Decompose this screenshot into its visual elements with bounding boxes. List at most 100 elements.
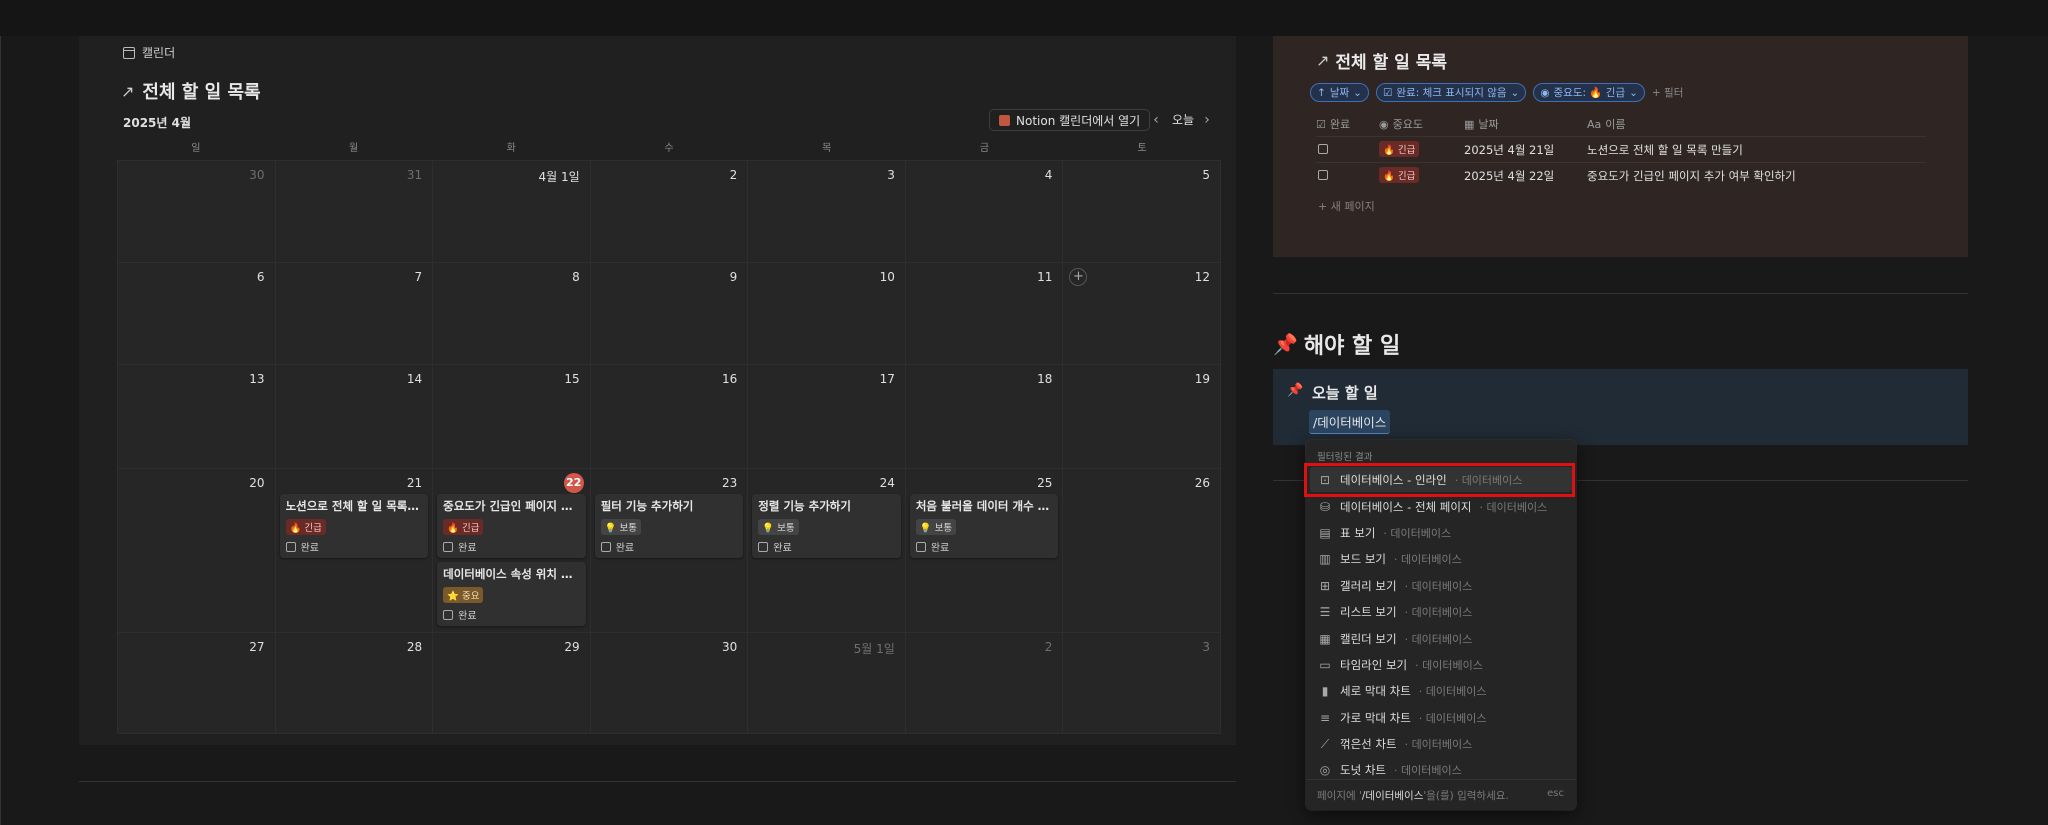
- calendar-day[interactable]: 29: [433, 633, 591, 734]
- calendar-day[interactable]: 4: [905, 161, 1064, 263]
- menu-item-label: 표 보기: [1340, 525, 1376, 540]
- done-checkbox[interactable]: [915, 541, 926, 552]
- name-cell[interactable]: 중요도가 긴급인 페이지 추가 여부 확인하기: [1587, 168, 1796, 184]
- table-row[interactable]: 🔥 긴급 2025년 4월 22일 중요도가 긴급인 페이지 추가 여부 확인하…: [1316, 162, 1926, 189]
- calendar-day[interactable]: 19: [1063, 365, 1221, 469]
- done-checkbox[interactable]: [285, 541, 296, 552]
- esc-hint[interactable]: esc: [1547, 788, 1564, 799]
- calendar-icon: [123, 46, 135, 59]
- calendar-day[interactable]: 25 처음 불러올 데이터 개수 지... 💡 보통 완료: [905, 469, 1064, 633]
- calendar-day[interactable]: 21 노션으로 전체 할 일 목록 만... 🔥 긴급 완료: [275, 469, 434, 633]
- event-card[interactable]: 처음 불러올 데이터 개수 지... 💡 보통 완료: [909, 494, 1059, 558]
- next-month-button[interactable]: ›: [1198, 110, 1216, 130]
- calendar-day[interactable]: 7: [275, 263, 434, 365]
- done-checkbox[interactable]: [758, 541, 769, 552]
- calendar-day[interactable]: 17: [748, 365, 906, 469]
- calendar-day[interactable]: 2: [590, 161, 749, 263]
- calendar-day[interactable]: 22 중요도가 긴급인 페이지 추... 🔥 긴급 완료 데이터베이스 속성 위…: [433, 469, 591, 633]
- table-icon: ▤: [1319, 525, 1331, 540]
- column-header-priority[interactable]: ◉ 중요도: [1379, 115, 1423, 135]
- event-card[interactable]: 데이터베이스 속성 위치 변... ⭐ 중요 완료: [437, 562, 586, 626]
- calendar-day[interactable]: 5: [1063, 161, 1221, 263]
- calendar-day[interactable]: 8: [433, 263, 591, 365]
- column-header-name[interactable]: Aa 이름: [1587, 115, 1626, 135]
- event-card[interactable]: 정렬 기능 추가하기 💡 보통 완료: [752, 494, 901, 558]
- menu-item-horizontal-bar-chart[interactable]: ≡ 가로 막대 차트 · 데이터베이스: [1310, 705, 1572, 730]
- done-checkbox[interactable]: [600, 541, 611, 552]
- menu-footer: 페이지에 '/데이터베이스'을(를) 입력하세요. esc: [1306, 779, 1576, 810]
- add-filter-button[interactable]: + 필터: [1652, 85, 1683, 100]
- calendar-day[interactable]: 30: [590, 633, 749, 734]
- table-row[interactable]: 🔥 긴급 2025년 4월 21일 노션으로 전체 할 일 목록 만들기: [1316, 136, 1926, 163]
- calendar-view-tab[interactable]: 캘린더: [123, 44, 175, 61]
- event-card[interactable]: 노션으로 전체 할 일 목록 만... 🔥 긴급 완료: [279, 494, 429, 558]
- sort-chip-date[interactable]: ↑ 날짜 ⌄: [1310, 83, 1369, 102]
- column-header-done[interactable]: ☑ 완료: [1316, 115, 1350, 135]
- done-checkbox[interactable]: [1318, 144, 1328, 154]
- menu-item-gallery-view[interactable]: ⊞ 갤러리 보기 · 데이터베이스: [1310, 573, 1572, 598]
- name-cell[interactable]: 노션으로 전체 할 일 목록 만들기: [1587, 142, 1743, 158]
- calendar-title[interactable]: ↗ 전체 할 일 목록: [121, 78, 261, 104]
- calendar-day[interactable]: 11: [905, 263, 1064, 365]
- calendar-day[interactable]: 24 정렬 기능 추가하기 💡 보통 완료: [748, 469, 906, 633]
- database-title[interactable]: ↗ 전체 할 일 목록: [1316, 48, 1447, 73]
- calendar-day[interactable]: 3: [748, 161, 906, 263]
- calendar-day[interactable]: 31: [275, 161, 434, 263]
- filter-chip-done[interactable]: ☑ 완료: 체크 표시되지 않음 ⌄: [1375, 83, 1527, 102]
- menu-item-table-view[interactable]: ▤ 표 보기 · 데이터베이스: [1310, 520, 1572, 545]
- menu-item-calendar-view[interactable]: ▦ 캘린더 보기 · 데이터베이스: [1310, 626, 1572, 651]
- event-card[interactable]: 필터 기능 추가하기 💡 보통 완료: [594, 494, 744, 558]
- event-card[interactable]: 중요도가 긴급인 페이지 추... 🔥 긴급 완료: [437, 494, 586, 558]
- calendar-day[interactable]: 30: [118, 161, 276, 263]
- done-label: 완료: [458, 543, 477, 554]
- add-event-icon[interactable]: +: [1069, 268, 1088, 286]
- calendar-day[interactable]: 16: [590, 365, 749, 469]
- weekday-header: 일 월 화 수 목 금 토: [117, 138, 1221, 160]
- today-button[interactable]: 오늘: [1172, 110, 1194, 130]
- column-header-date[interactable]: ▦ 날짜: [1464, 115, 1499, 135]
- prev-month-button[interactable]: ‹: [1147, 110, 1165, 130]
- calendar-day[interactable]: 6: [118, 263, 276, 365]
- menu-item-label: 캘린더 보기: [1340, 631, 1397, 646]
- menu-item-vertical-bar-chart[interactable]: ▮ 세로 막대 차트 · 데이터베이스: [1310, 678, 1572, 703]
- event-title: 처음 불러올 데이터 개수 지...: [915, 499, 1053, 513]
- calendar-day[interactable]: 14: [275, 365, 434, 469]
- menu-item-line-chart[interactable]: ⟋ 꺾은선 차트 · 데이터베이스: [1310, 731, 1572, 756]
- calendar-day[interactable]: 28: [275, 633, 434, 734]
- calendar-day[interactable]: 5월 1일: [748, 633, 906, 734]
- menu-item-board-view[interactable]: ▥ 보드 보기 · 데이터베이스: [1310, 546, 1572, 571]
- calendar-day[interactable]: 27: [118, 633, 276, 734]
- calendar-day[interactable]: 13: [118, 365, 276, 469]
- new-page-button[interactable]: + 새 페이지: [1318, 198, 1375, 214]
- menu-item-full-page-database[interactable]: ⛁ 데이터베이스 - 전체 페이지 · 데이터베이스: [1310, 494, 1572, 519]
- calendar-day[interactable]: 9: [590, 263, 749, 365]
- calendar-day[interactable]: 2: [905, 633, 1064, 734]
- done-checkbox[interactable]: [443, 541, 454, 552]
- database-icon: ⛁: [1319, 499, 1331, 514]
- priority-tag: 🔥 긴급: [1379, 141, 1420, 157]
- open-in-notion-calendar-button[interactable]: Notion 캘린더에서 열기: [989, 109, 1151, 131]
- done-checkbox[interactable]: [443, 609, 454, 620]
- pin-icon[interactable]: 📌: [1287, 383, 1303, 398]
- calendar-day[interactable]: 10: [748, 263, 906, 365]
- day-number: 4: [1044, 168, 1053, 182]
- calendar-day[interactable]: + 12: [1063, 263, 1221, 365]
- weekday: 수: [664, 143, 674, 154]
- calendar-day[interactable]: 3: [1063, 633, 1221, 734]
- day-number: 30: [249, 168, 265, 182]
- day-number: 5: [1202, 168, 1210, 182]
- calendar-day[interactable]: 4월 1일: [433, 161, 591, 263]
- menu-item-list-view[interactable]: ☰ 리스트 보기 · 데이터베이스: [1310, 599, 1572, 624]
- calendar-day[interactable]: 26: [1063, 469, 1221, 633]
- filter-chip-priority[interactable]: ◉ 중요도: 🔥 긴급 ⌄: [1533, 83, 1645, 102]
- slash-command-input[interactable]: /데이터베이스: [1309, 410, 1391, 434]
- calendar-day[interactable]: 15: [433, 365, 591, 469]
- calendar-day[interactable]: 18: [905, 365, 1064, 469]
- menu-item-label: 데이터베이스 - 전체 페이지: [1340, 499, 1472, 514]
- menu-item-timeline-view[interactable]: ▭ 타임라인 보기 · 데이터베이스: [1310, 652, 1572, 677]
- done-checkbox[interactable]: [1318, 170, 1328, 180]
- day-number: 26: [1194, 476, 1210, 490]
- calendar-day[interactable]: 20: [118, 469, 276, 633]
- calendar-day[interactable]: 23 필터 기능 추가하기 💡 보통 완료: [590, 469, 749, 633]
- day-number: 23: [722, 476, 738, 490]
